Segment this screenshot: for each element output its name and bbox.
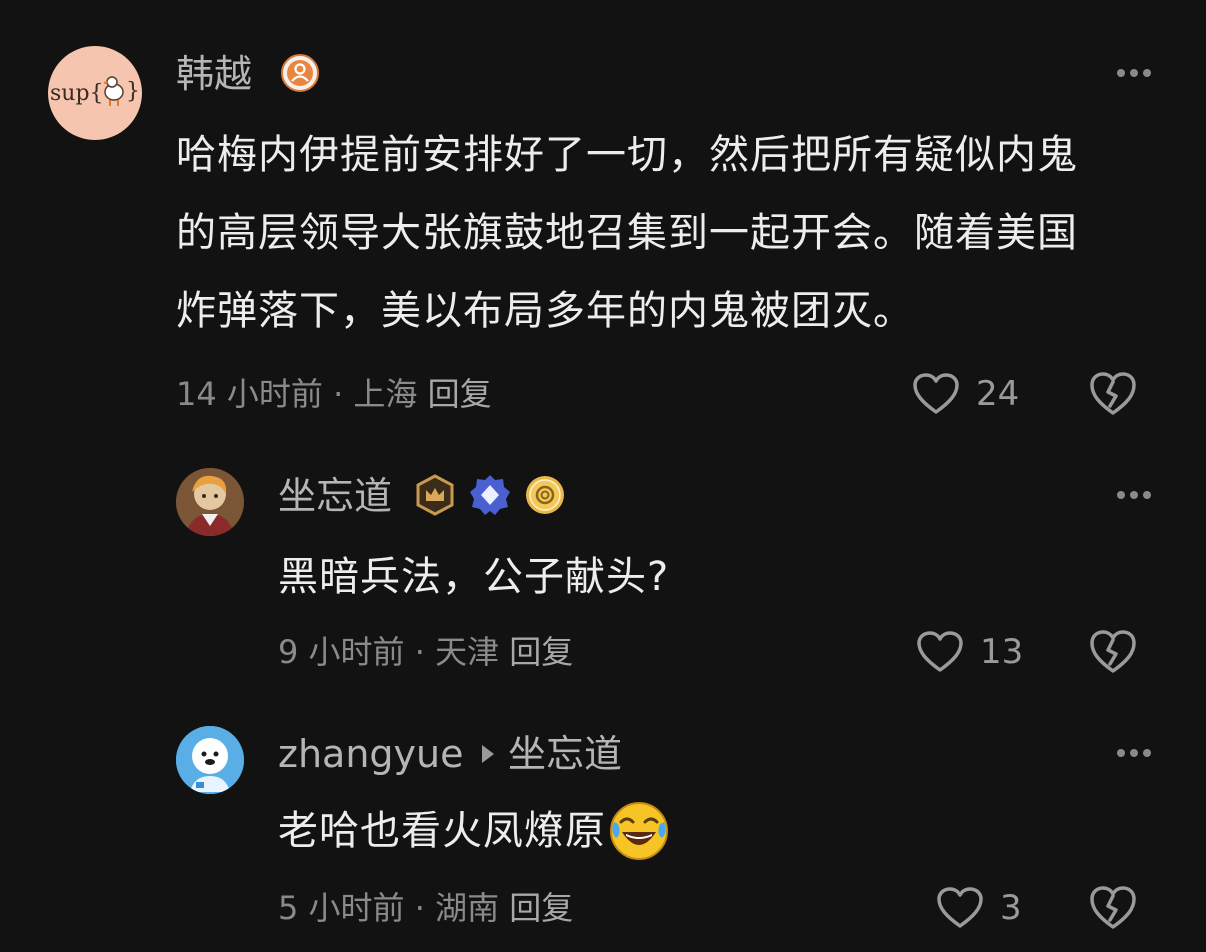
laughing-crying-icon (610, 802, 668, 860)
like-button[interactable]: 3 (936, 886, 1022, 930)
author-name[interactable]: 韩越 (176, 52, 252, 96)
like-count: 3 (1000, 888, 1022, 928)
svg-text:sup{: sup{ (50, 81, 104, 106)
timestamp: 9 小时前 (278, 633, 405, 671)
broken-heart-icon[interactable] (1088, 628, 1138, 676)
comment-text-line: 炸弹落下，美以布局多年的内鬼被团灭。 (176, 288, 914, 334)
avatar[interactable]: sup{ } (48, 46, 142, 140)
like-button[interactable]: 24 (912, 372, 1019, 416)
broken-heart-icon[interactable] (1088, 370, 1138, 418)
crown-badge-icon (414, 474, 456, 516)
location: 湖南 (435, 889, 500, 927)
gold-coin-badge-icon (524, 474, 566, 516)
verified-user-icon (280, 53, 320, 93)
avatar-image: sup{ } (50, 76, 140, 106)
comment-2: 坐忘道 黑暗兵法，公子献头? 9 小时前 · 天津 回复 13 (0, 440, 1206, 700)
broken-heart-icon[interactable] (1088, 884, 1138, 932)
author-name[interactable]: zhangyue (278, 732, 463, 776)
timestamp: 14 小时前 (176, 375, 323, 413)
comment-3: zhangyue 坐忘道 老哈也看火凤燎原 5 小时前 · 湖南 回复 3 (0, 700, 1206, 952)
comment-text-content: 老哈也看火凤燎原 (278, 808, 606, 854)
timestamp: 5 小时前 (278, 889, 405, 927)
author-name[interactable]: 坐忘道 (278, 474, 392, 518)
like-count: 24 (976, 374, 1020, 414)
avatar-image (176, 726, 244, 794)
like-button[interactable]: 13 (916, 630, 1023, 674)
location: 天津 (435, 633, 500, 671)
comment-text-line: 的高层领导大张旗鼓地召集到一起开会。随着美国 (176, 210, 1078, 256)
comment-text: 哈梅内伊提前安排好了一切，然后把所有疑似内鬼 的高层领导大张旗鼓地召集到一起开会… (176, 116, 1176, 350)
reply-to-name[interactable]: 坐忘道 (508, 732, 622, 776)
heart-icon (937, 887, 983, 928)
svg-text:}: } (126, 79, 140, 104)
avatar[interactable] (176, 726, 244, 794)
more-options-icon[interactable] (1116, 490, 1152, 500)
diamond-badge-icon (468, 473, 512, 517)
more-options-icon[interactable] (1116, 748, 1152, 758)
comment-text: 老哈也看火凤燎原 (278, 792, 670, 870)
comment-meta: 14 小时前 · 上海 回复 (176, 374, 492, 414)
more-options-icon[interactable] (1116, 68, 1152, 78)
separator: · (414, 633, 425, 671)
separator: · (333, 375, 344, 413)
heart-icon (917, 631, 963, 672)
heart-icon (913, 373, 959, 414)
comment-meta: 5 小时前 · 湖南 回复 (278, 888, 573, 928)
comment-text-line: 哈梅内伊提前安排好了一切，然后把所有疑似内鬼 (176, 132, 1078, 178)
reply-arrow-icon (482, 745, 494, 763)
comment-1: sup{ } 韩越 哈梅内伊提前安排好了一切，然后把所有疑似内鬼 的高层领导大张… (0, 0, 1206, 440)
reply-button[interactable]: 回复 (428, 375, 492, 413)
location: 上海 (353, 375, 418, 413)
comment-meta: 9 小时前 · 天津 回复 (278, 632, 573, 672)
avatar[interactable] (176, 468, 244, 536)
reply-button[interactable]: 回复 (509, 633, 573, 671)
reply-button[interactable]: 回复 (509, 889, 573, 927)
avatar-image (176, 468, 244, 536)
like-count: 13 (980, 632, 1024, 672)
comment-text: 黑暗兵法，公子献头? (278, 554, 670, 600)
separator: · (414, 889, 425, 927)
